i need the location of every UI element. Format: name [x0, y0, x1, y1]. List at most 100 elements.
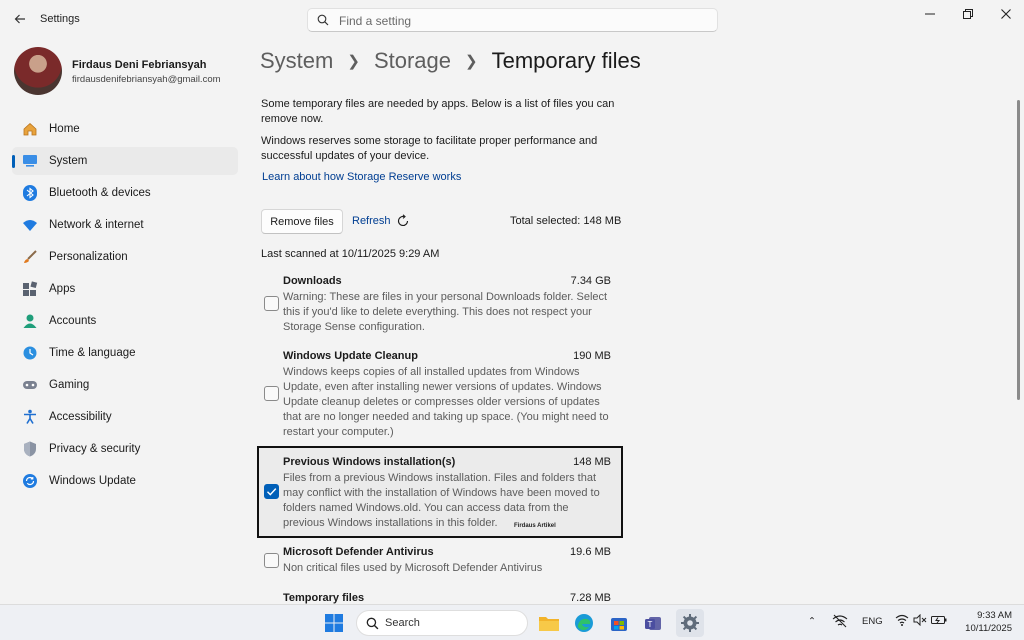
chevron-up-icon[interactable]: ⌃ [808, 616, 816, 627]
sidebar-item-accessibility[interactable]: Accessibility [12, 403, 238, 431]
system-icon [21, 152, 39, 170]
breadcrumb-system[interactable]: System [260, 48, 333, 74]
sidebar-item-label: System [49, 155, 88, 167]
scrollbar[interactable] [1017, 100, 1020, 400]
checkbox-checked[interactable] [264, 484, 279, 499]
volume-muted-icon[interactable] [913, 613, 927, 629]
checkbox[interactable] [264, 553, 279, 568]
clock-date: 10/11/2025 [965, 623, 1012, 634]
breadcrumb: System ❯ Storage ❯ Temporary files [260, 46, 641, 76]
item-title: Windows Update Cleanup [283, 350, 418, 362]
accounts-icon [21, 312, 39, 330]
sidebar-item-label: Home [49, 123, 80, 135]
item-description: Warning: These are files in your persona… [283, 291, 608, 333]
sidebar-item-label: Gaming [49, 379, 90, 391]
system-clock[interactable]: 9:33 AM 10/11/2025 [950, 609, 1012, 635]
settings-taskbar-icon[interactable] [676, 609, 704, 637]
sidebar-item-label: Apps [49, 283, 76, 295]
start-button[interactable] [322, 611, 346, 635]
refresh-label: Refresh [352, 215, 391, 227]
edge-browser-icon[interactable] [572, 611, 596, 635]
wifi-icon[interactable] [895, 614, 909, 629]
settings-search-input[interactable] [339, 12, 699, 29]
sidebar-item-personalization[interactable]: Personalization [12, 243, 238, 271]
item-description: Non critical files used by Microsoft Def… [283, 562, 543, 574]
gamepad-icon [21, 376, 39, 394]
file-item-downloads: Downloads 7.34 GB Warning: These are fil… [261, 275, 621, 335]
app-title: Settings [40, 13, 80, 25]
watermark: Firdaus Artikel [514, 523, 556, 529]
refresh-button[interactable]: Refresh [352, 214, 410, 228]
teams-icon[interactable]: T [642, 611, 666, 635]
avatar [14, 47, 62, 95]
item-title: Temporary files [283, 592, 365, 604]
profile-email: firdausdenifebriansyah@gmail.com [72, 74, 221, 85]
file-item-previous-windows: Previous Windows installation(s) 148 MB … [261, 456, 621, 531]
restore-button[interactable] [955, 5, 981, 23]
storage-reserve-link[interactable]: Learn about how Storage Reserve works [262, 171, 461, 183]
file-item-defender: Microsoft Defender Antivirus 19.6 MB Non… [261, 546, 621, 581]
close-button[interactable] [993, 5, 1019, 23]
windows-logo-icon [325, 614, 343, 632]
sidebar-item-label: Accounts [49, 315, 97, 327]
refresh-icon [397, 214, 408, 227]
bluetooth-icon [21, 184, 39, 202]
total-selected: Total selected: 148 MB [510, 215, 622, 227]
item-title: Previous Windows installation(s) [283, 456, 456, 468]
minimize-icon [925, 13, 935, 15]
taskbar-search-label: Search [385, 617, 420, 629]
language-indicator[interactable]: ENG [862, 616, 883, 627]
intro-paragraph-2: Windows reserves some storage to facilit… [261, 135, 598, 162]
item-size: 190 MB [573, 350, 611, 362]
back-button[interactable] [10, 9, 30, 29]
sidebar-item-system[interactable]: System [12, 147, 238, 175]
network-off-icon[interactable] [832, 614, 848, 631]
item-title: Microsoft Defender Antivirus [283, 546, 434, 558]
sidebar-item-windows-update[interactable]: Windows Update [12, 467, 238, 495]
sidebar-nav: Home System Bluetooth & devices Network … [12, 115, 238, 499]
checkbox[interactable] [264, 386, 279, 401]
sidebar-item-label: Bluetooth & devices [49, 187, 151, 199]
breadcrumb-storage[interactable]: Storage [374, 48, 451, 74]
sidebar-item-label: Time & language [49, 347, 136, 359]
profile-name: Firdaus Deni Febriansyah [72, 59, 207, 71]
search-icon [317, 14, 329, 26]
file-explorer-icon[interactable] [537, 611, 561, 635]
title-bar: Settings [0, 0, 1024, 40]
sidebar-item-privacy[interactable]: Privacy & security [12, 435, 238, 463]
sidebar-item-label: Windows Update [49, 475, 136, 487]
settings-window: Settings Firdaus Deni Febriansyah firdau… [0, 0, 1024, 604]
store-icon[interactable] [607, 611, 631, 635]
brush-icon [21, 248, 39, 266]
file-item-windows-update-cleanup: Windows Update Cleanup 190 MB Windows ke… [261, 350, 621, 440]
minimize-button[interactable] [917, 5, 943, 23]
settings-search-box[interactable] [307, 8, 718, 32]
sidebar-item-bluetooth[interactable]: Bluetooth & devices [12, 179, 238, 207]
chevron-right-icon: ❯ [347, 53, 360, 70]
item-size: 7.34 GB [570, 275, 611, 287]
sidebar-item-label: Personalization [49, 251, 128, 263]
sidebar-item-gaming[interactable]: Gaming [12, 371, 238, 399]
sidebar-item-label: Accessibility [49, 411, 112, 423]
sidebar-item-network[interactable]: Network & internet [12, 211, 238, 239]
page-title: Temporary files [491, 48, 641, 73]
chevron-right-icon: ❯ [465, 53, 478, 70]
remove-files-button[interactable]: Remove files [261, 209, 343, 234]
back-arrow-icon [14, 14, 25, 24]
taskbar-search[interactable]: Search [356, 610, 528, 636]
intro-paragraph-1: Some temporary files are needed by apps.… [261, 98, 615, 125]
battery-icon[interactable] [931, 614, 947, 629]
sidebar-item-home[interactable]: Home [12, 115, 238, 143]
item-size: 7.28 MB [570, 592, 611, 604]
globe-clock-icon [21, 344, 39, 362]
last-scanned: Last scanned at 10/11/2025 9:29 AM [261, 248, 440, 260]
sidebar-item-apps[interactable]: Apps [12, 275, 238, 303]
close-icon [1001, 9, 1011, 19]
item-description: Files from a previous Windows installati… [283, 472, 600, 529]
sidebar-item-time-language[interactable]: Time & language [12, 339, 238, 367]
file-item-temporary-files: Temporary files 7.28 MB [261, 592, 621, 604]
gear-icon [681, 614, 699, 632]
sidebar-item-accounts[interactable]: Accounts [12, 307, 238, 335]
checkbox[interactable] [264, 296, 279, 311]
search-icon [366, 617, 379, 630]
